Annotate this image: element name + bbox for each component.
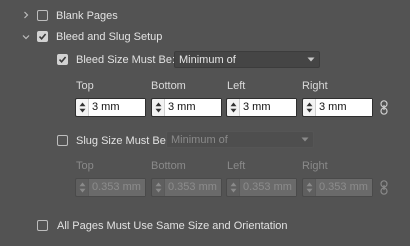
stepper-icon[interactable] [227,99,239,116]
slug-left-field[interactable]: 0.353 mm [226,178,297,197]
bleed-left-field[interactable]: 3 mm [226,98,297,117]
checkmark-icon [58,56,67,64]
bleed-right-field[interactable]: 3 mm [302,98,373,117]
stepper-icon[interactable] [303,99,315,116]
slug-mode-dropdown[interactable]: Minimum of [166,131,314,148]
stepper-icon [227,179,239,196]
slug-left-value[interactable]: 0.353 mm [239,179,296,196]
bleed-mode-value: Minimum of [179,53,236,66]
slug-mode-value: Minimum of [171,133,228,146]
bleed-slug-setup-checkbox[interactable] [37,31,48,42]
slug-right-header: Right [302,160,328,172]
bleed-slug-setup-label: Bleed and Slug Setup [56,31,163,43]
chevron-right-icon[interactable] [20,9,32,21]
stepper-icon [303,179,315,196]
slug-top-value[interactable]: 0.353 mm [88,179,145,196]
slug-bottom-value[interactable]: 0.353 mm [164,179,221,196]
slug-link-icon[interactable] [379,179,389,195]
blank-pages-checkbox[interactable] [37,10,48,21]
bleed-mode-dropdown[interactable]: Minimum of [174,51,320,68]
bleed-link-icon[interactable] [379,99,389,115]
slug-top-field[interactable]: 0.353 mm [75,178,146,197]
bleed-size-label: Bleed Size Must Be: [76,54,176,66]
bleed-top-value[interactable]: 3 mm [88,99,145,116]
slug-right-field[interactable]: 0.353 mm [302,178,373,197]
bleed-top-field[interactable]: 3 mm [75,98,146,117]
bleed-bottom-header: Bottom [151,80,186,92]
bleed-bottom-value[interactable]: 3 mm [164,99,221,116]
slug-left-header: Left [227,160,246,172]
chevron-down-icon[interactable] [20,31,32,43]
stepper-icon[interactable] [76,99,88,116]
dropdown-arrow-icon [303,57,319,62]
slug-bottom-header: Bottom [151,160,186,172]
stepper-icon [76,179,88,196]
bleed-left-value[interactable]: 3 mm [239,99,296,116]
bleed-right-value[interactable]: 3 mm [315,99,372,116]
stepper-icon [152,179,164,196]
slug-top-header: Top [76,160,94,172]
checkmark-icon [38,33,47,41]
slug-size-label: Slug Size Must Be: [76,135,169,147]
stepper-icon[interactable] [152,99,164,116]
blank-pages-label: Blank Pages [56,10,118,22]
all-pages-same-size-label: All Pages Must Use Same Size and Orienta… [57,220,288,232]
dropdown-arrow-icon [297,137,313,142]
bleed-bottom-field[interactable]: 3 mm [151,98,222,117]
all-pages-same-size-checkbox[interactable] [37,220,48,231]
slug-right-value[interactable]: 0.353 mm [315,179,372,196]
slug-size-checkbox[interactable] [57,135,68,146]
bleed-size-checkbox[interactable] [57,54,68,65]
bleed-top-header: Top [76,80,94,92]
bleed-right-header: Right [302,80,328,92]
slug-bottom-field[interactable]: 0.353 mm [151,178,222,197]
bleed-left-header: Left [227,80,246,92]
